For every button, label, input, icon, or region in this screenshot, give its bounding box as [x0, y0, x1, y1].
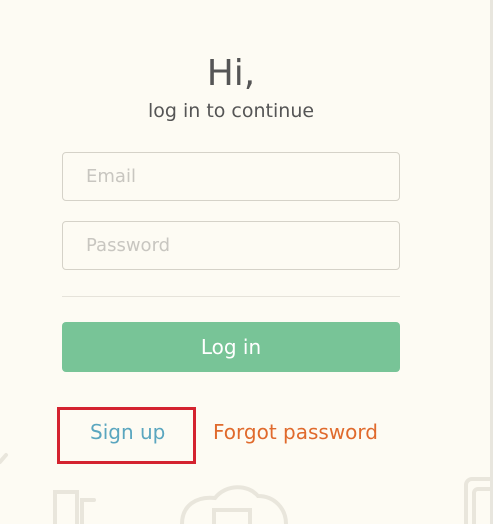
forgot-password-link[interactable]: Forgot password	[213, 419, 378, 445]
signup-link[interactable]: Sign up	[90, 419, 165, 445]
login-button[interactable]: Log in	[62, 322, 400, 372]
login-subtitle: log in to continue	[147, 100, 315, 122]
email-field[interactable]	[62, 152, 400, 201]
login-page: Hi, log in to continue Log in Sign up Fo…	[0, 0, 493, 524]
greeting-heading: Hi,	[206, 53, 256, 94]
password-field[interactable]	[62, 221, 400, 270]
form-divider	[62, 296, 400, 297]
